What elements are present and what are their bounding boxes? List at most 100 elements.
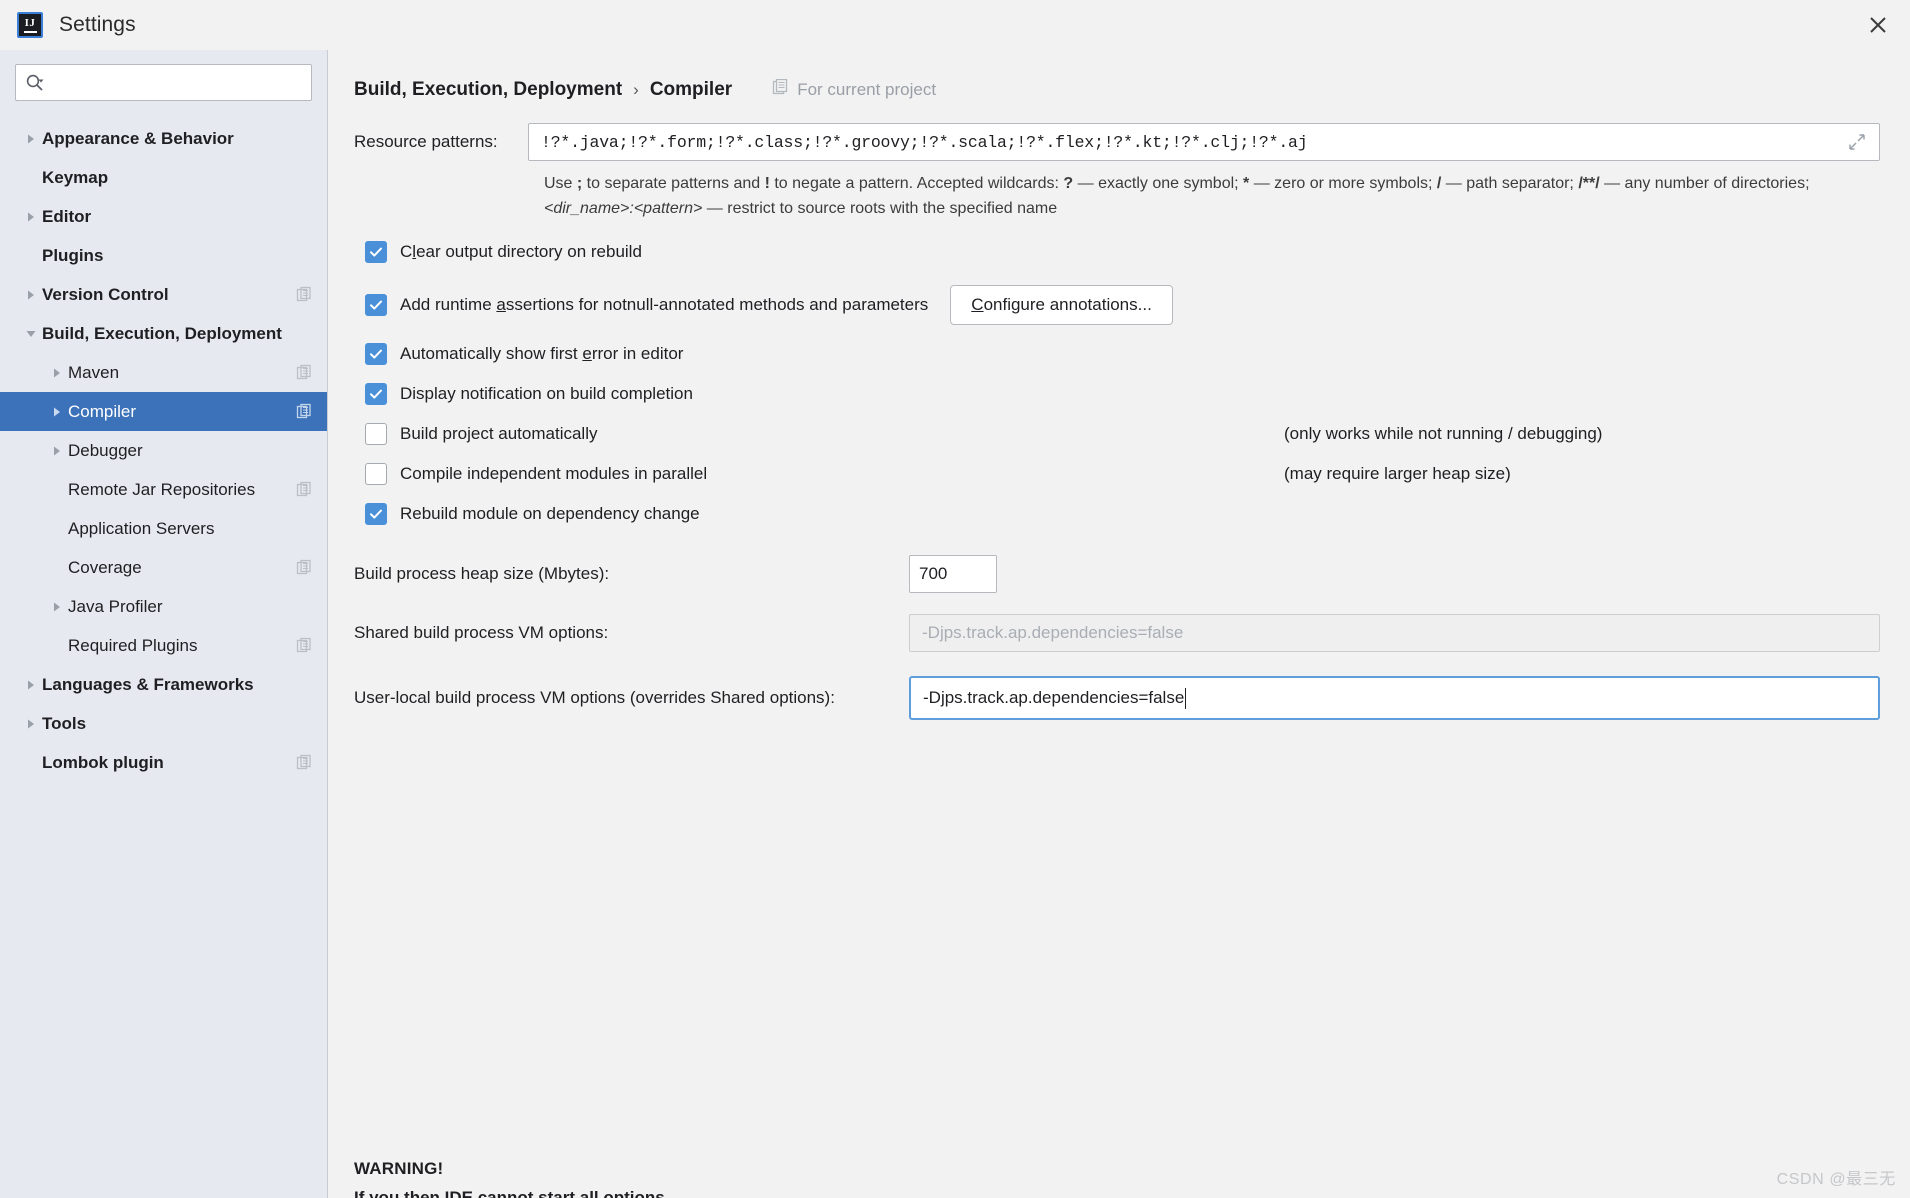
- help-dirname-token: <dir_name>:<pattern>: [544, 200, 703, 217]
- search-container: [0, 64, 327, 115]
- checkbox-automatically-show-first-error-in-editor[interactable]: [365, 343, 387, 365]
- heap-size-input[interactable]: [909, 555, 997, 593]
- heap-size-label: Build process heap size (Mbytes):: [354, 564, 610, 583]
- user-vm-options-input[interactable]: -Djps.track.ap.dependencies=false: [909, 676, 1880, 720]
- sidebar-item-label: Version Control: [42, 284, 169, 304]
- sidebar-item-label: Editor: [42, 206, 92, 226]
- label-text-before: Rebuild module on dependency change: [400, 504, 700, 523]
- breadcrumb-root[interactable]: Build, Execution, Deployment: [354, 79, 622, 101]
- checkbox-row-automatically-show-first-error-in-editor: Automatically show first error in editor: [354, 339, 1880, 369]
- chevron-right-icon[interactable]: [46, 444, 68, 458]
- sidebar-item-debugger[interactable]: Debugger: [0, 431, 327, 470]
- shared-vm-options-label: Shared build process VM options:: [354, 623, 609, 642]
- checkbox-build-project-automatically[interactable]: [365, 423, 387, 445]
- intellij-idea-logo-icon: IJ: [17, 12, 43, 38]
- settings-content-panel: Build, Execution, Deployment › Compiler …: [328, 50, 1910, 1198]
- sidebar-item-build-execution-deployment[interactable]: Build, Execution, Deployment: [0, 314, 327, 353]
- heap-size-row: Build process heap size (Mbytes):: [354, 555, 1880, 593]
- resource-patterns-input[interactable]: [541, 132, 1845, 152]
- sidebar-item-remote-jar-repositories[interactable]: Remote Jar Repositories: [0, 470, 327, 509]
- label-text-before: Add runtime: [400, 295, 497, 314]
- label-text-after: rror in editor: [591, 344, 684, 363]
- label-text-before: Display notification on build completion: [400, 384, 693, 403]
- checkbox-row-clear-output-directory-on-rebuild: Clear output directory on rebuild: [354, 237, 1880, 267]
- checkbox-row-display-notification-on-build-completion: Display notification on build completion: [354, 379, 1880, 409]
- checkbox-label[interactable]: Build project automatically: [400, 424, 597, 444]
- label-text-after: ear output directory on rebuild: [416, 242, 642, 261]
- checkbox-label[interactable]: Automatically show first error in editor: [400, 344, 683, 364]
- sidebar-item-lombok-plugin[interactable]: Lombok plugin: [0, 743, 327, 782]
- sidebar-item-plugins[interactable]: Plugins: [0, 236, 327, 275]
- project-scope-icon: [296, 481, 313, 498]
- chevron-right-icon[interactable]: [20, 678, 42, 692]
- resource-patterns-label: Resource patterns:: [354, 132, 498, 151]
- chevron-right-icon[interactable]: [46, 405, 68, 419]
- checkbox-hint: (may require larger heap size): [1284, 464, 1511, 483]
- project-scope-icon: [296, 559, 313, 576]
- dialog-body: Appearance & Behavior Keymap Editor Plugins…: [0, 50, 1910, 1198]
- chevron-right-icon[interactable]: [46, 600, 68, 614]
- sidebar-item-keymap[interactable]: Keymap: [0, 158, 327, 197]
- checkbox-hint: (only works while not running / debuggin…: [1284, 424, 1603, 443]
- checkbox-row-build-project-automatically: Build project automatically (only works w…: [354, 419, 1880, 449]
- sidebar-item-appearance-behavior[interactable]: Appearance & Behavior: [0, 119, 327, 158]
- checkbox-label[interactable]: Compile independent modules in parallel: [400, 464, 707, 484]
- help-q-char: ?: [1063, 175, 1074, 192]
- sidebar-item-label: Maven: [68, 362, 120, 382]
- sidebar-item-editor[interactable]: Editor: [0, 197, 327, 236]
- sidebar-item-label: Languages & Frameworks: [42, 674, 254, 694]
- checkbox-label[interactable]: Add runtime assertions for notnull-annot…: [400, 295, 928, 315]
- resource-patterns-row: Resource patterns:: [354, 123, 1880, 161]
- sidebar-item-label: Java Profiler: [68, 596, 163, 616]
- sidebar-item-version-control[interactable]: Version Control: [0, 275, 327, 314]
- checkbox-add-runtime-assertions-for-notnull-annotated-m[interactable]: [365, 294, 387, 316]
- project-scope-icon: [772, 78, 789, 101]
- title-bar: IJ Settings: [0, 0, 1910, 50]
- sidebar-item-label: Coverage: [68, 557, 142, 577]
- shared-vm-options-value: -Djps.track.ap.dependencies=false: [922, 623, 1184, 642]
- sidebar-item-application-servers[interactable]: Application Servers: [0, 509, 327, 548]
- sidebar-item-label: Plugins: [42, 245, 104, 265]
- text-caret: [1185, 687, 1187, 709]
- chevron-right-icon[interactable]: [46, 366, 68, 380]
- chevron-right-icon[interactable]: [20, 288, 42, 302]
- checkbox-rebuild-module-on-dependency-change[interactable]: [365, 503, 387, 525]
- project-scope-icon: [296, 286, 313, 303]
- search-box[interactable]: [15, 64, 312, 101]
- sidebar-item-label: Compiler: [68, 401, 137, 421]
- chevron-right-icon[interactable]: [20, 132, 42, 146]
- checkbox-compile-independent-modules-in-parallel[interactable]: [365, 463, 387, 485]
- project-scope-icon: [296, 403, 313, 420]
- chevron-right-icon[interactable]: [20, 210, 42, 224]
- project-scope-icon: [296, 364, 313, 381]
- sidebar-item-coverage[interactable]: Coverage: [0, 548, 327, 587]
- configure-annotations-button[interactable]: Configure annotations...: [950, 285, 1173, 325]
- checkbox-row-rebuild-module-on-dependency-change: Rebuild module on dependency change: [354, 499, 1880, 529]
- resource-patterns-help: Use ; to separate patterns and ! to nega…: [544, 171, 1834, 221]
- checkbox-label[interactable]: Display notification on build completion: [400, 384, 693, 404]
- label-mnemonic: a: [496, 295, 506, 314]
- checkbox-clear-output-directory-on-rebuild[interactable]: [365, 241, 387, 263]
- checkbox-label[interactable]: Clear output directory on rebuild: [400, 242, 642, 262]
- chevron-down-icon[interactable]: [20, 327, 42, 341]
- sidebar-item-compiler[interactable]: Compiler: [0, 392, 327, 431]
- sidebar-item-maven[interactable]: Maven: [0, 353, 327, 392]
- close-icon[interactable]: [1846, 0, 1910, 50]
- search-input[interactable]: [51, 74, 302, 91]
- checkbox-label[interactable]: Rebuild module on dependency change: [400, 504, 700, 524]
- checkbox-display-notification-on-build-completion[interactable]: [365, 383, 387, 405]
- project-scope-icon: [296, 637, 313, 654]
- chevron-right-icon[interactable]: [20, 717, 42, 731]
- resource-patterns-field[interactable]: [528, 123, 1880, 161]
- scope-badge-label: For current project: [797, 80, 937, 99]
- sidebar-item-languages-frameworks[interactable]: Languages & Frameworks: [0, 665, 327, 704]
- search-icon: [25, 73, 45, 93]
- label-mnemonic: e: [582, 344, 592, 363]
- user-vm-options-label: User-local build process VM options (ove…: [354, 688, 835, 707]
- sidebar-item-tools[interactable]: Tools: [0, 704, 327, 743]
- window-title: Settings: [59, 13, 136, 36]
- expand-editor-icon[interactable]: [1845, 132, 1869, 152]
- help-part5: — zero or more symbols;: [1249, 175, 1437, 192]
- sidebar-item-required-plugins[interactable]: Required Plugins: [0, 626, 327, 665]
- sidebar-item-java-profiler[interactable]: Java Profiler: [0, 587, 327, 626]
